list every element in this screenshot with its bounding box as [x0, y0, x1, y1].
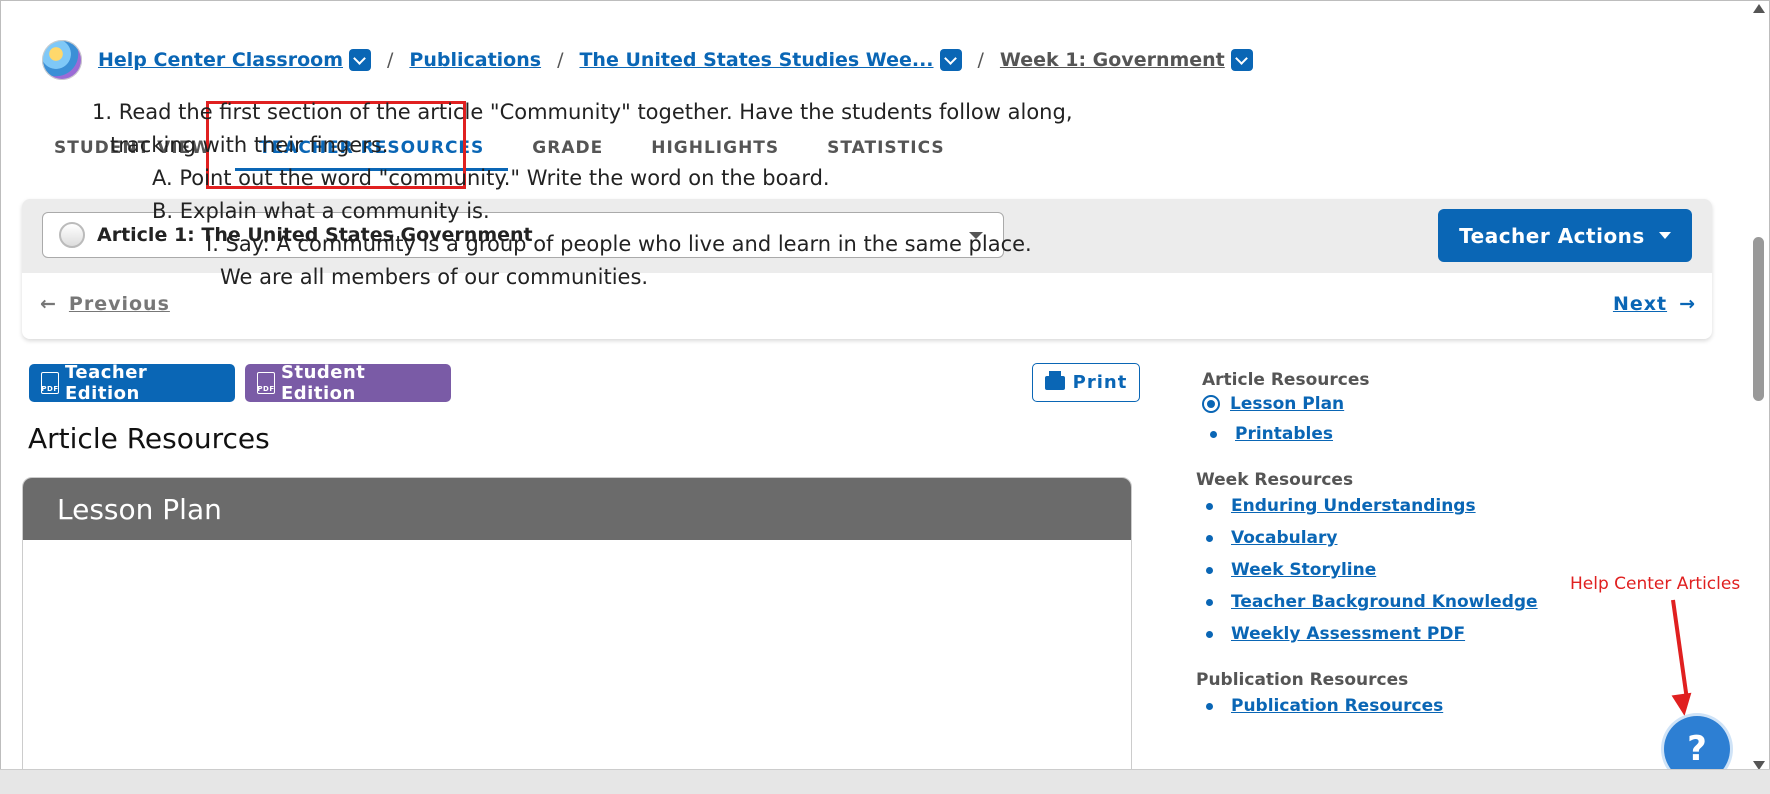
sidebar-link-label: Printables	[1235, 424, 1334, 444]
lesson-plan-header: Lesson Plan	[23, 478, 1131, 540]
sidebar-link-enduring-understandings[interactable]: Enduring Understandings	[1196, 496, 1576, 516]
bullet-icon	[1206, 702, 1213, 710]
scrollbar-thumb[interactable]	[1753, 237, 1764, 401]
page-title: Article Resources	[28, 422, 270, 455]
previous-label: Previous	[68, 293, 170, 315]
sidebar-link-week-storyline[interactable]: Week Storyline	[1196, 560, 1576, 580]
sidebar-link-label: Enduring Understandings	[1231, 496, 1476, 516]
lesson-subsubstep-continued: We are all members of our communities.	[220, 265, 649, 289]
arrow-left-icon: ←	[40, 293, 57, 315]
breadcrumb-separator: /	[387, 49, 394, 71]
sidebar-link-background-knowledge[interactable]: Teacher Background Knowledge	[1196, 592, 1576, 612]
teacher-edition-label: Teacher Edition	[65, 362, 148, 404]
bullet-icon	[1210, 430, 1217, 438]
classroom-dropdown-icon[interactable]	[349, 49, 371, 71]
sidebar-link-publication-resources[interactable]: Publication Resources	[1196, 696, 1576, 716]
lesson-step: 1. Read the first section of the article…	[92, 100, 1073, 124]
sidebar-link-weekly-assessment[interactable]: Weekly Assessment PDF	[1196, 624, 1576, 644]
lesson-substep: B. Explain what a community is.	[152, 199, 490, 223]
teacher-actions-button[interactable]: Teacher Actions	[1438, 209, 1692, 262]
annotation-arrow-head	[1671, 692, 1695, 718]
bullet-icon	[1206, 566, 1213, 574]
sidebar-article-heading: Article Resources	[1202, 370, 1370, 390]
teacher-edition-button[interactable]: PDF Teacher Edition	[29, 362, 235, 404]
next-label: Next	[1612, 293, 1668, 315]
bullet-icon	[1206, 534, 1213, 542]
bullet-icon	[1206, 502, 1213, 510]
printer-icon	[1044, 370, 1065, 390]
lesson-subsubstep: I. Say: A community is a group of people…	[206, 232, 1032, 256]
pdf-icon: PDF	[41, 372, 59, 394]
publication-dropdown-icon[interactable]	[939, 49, 962, 71]
breadcrumb-separator: /	[557, 49, 564, 71]
breadcrumb-separator: /	[977, 49, 984, 71]
bullet-icon	[1206, 598, 1213, 606]
lesson-substep: A. Point out the word "community." Write…	[152, 166, 830, 190]
teacher-actions-label: Teacher Actions	[1459, 223, 1645, 248]
student-edition-label: Student Edition	[281, 362, 366, 404]
print-label: Print	[1072, 372, 1128, 393]
vertical-scrollbar[interactable]	[1750, 4, 1766, 770]
sidebar-link-vocabulary[interactable]: Vocabulary	[1196, 528, 1576, 548]
sidebar-link-label: Week Storyline	[1231, 560, 1377, 580]
breadcrumb: Help Center Classroom / Publications / T…	[42, 38, 1253, 82]
breadcrumb-publication-link[interactable]: The United States Studies Wee...	[579, 49, 933, 71]
caret-down-icon	[1658, 232, 1671, 239]
sidebar-link-label: Weekly Assessment PDF	[1231, 624, 1466, 644]
lesson-step-continued: tracking with their fingers.	[110, 133, 389, 157]
sidebar-week-heading: Week Resources	[1196, 470, 1354, 490]
current-item-icon	[1202, 395, 1220, 413]
pdf-icon: PDF	[257, 372, 275, 394]
arrow-right-icon: →	[1679, 293, 1696, 315]
scroll-up-icon[interactable]	[1753, 4, 1765, 13]
breadcrumb-week-link[interactable]: Week 1: Government	[1000, 49, 1225, 71]
next-link[interactable]: Next →	[1613, 293, 1696, 315]
lesson-plan-content: 1. Read the first section of the article…	[70, 96, 1100, 294]
sidebar-link-label: Lesson Plan	[1230, 394, 1345, 414]
breadcrumb-publications-link[interactable]: Publications	[409, 49, 541, 71]
bullet-icon	[1206, 630, 1213, 638]
help-annotation-label: Help Center Articles	[1570, 574, 1741, 594]
resources-sidebar: Article Resources Lesson Plan Printables…	[1196, 370, 1576, 716]
horizontal-scrollbar[interactable]	[0, 769, 1770, 794]
previous-link[interactable]: ← Previous	[40, 293, 170, 315]
week-dropdown-icon[interactable]	[1230, 49, 1253, 71]
sidebar-link-label: Teacher Background Knowledge	[1231, 592, 1538, 612]
sidebar-link-label: Vocabulary	[1231, 528, 1338, 548]
sidebar-link-label: Publication Resources	[1231, 696, 1444, 716]
breadcrumb-classroom-link[interactable]: Help Center Classroom	[98, 49, 343, 71]
sidebar-link-lesson-plan[interactable]: Lesson Plan	[1196, 394, 1576, 414]
classroom-globe-icon	[42, 40, 82, 80]
sidebar-link-printables[interactable]: Printables	[1200, 424, 1576, 444]
lesson-plan-card: Lesson Plan	[22, 477, 1132, 779]
student-edition-button[interactable]: PDF Student Edition	[245, 362, 451, 404]
question-icon: ?	[1687, 729, 1707, 769]
sidebar-publication-heading: Publication Resources	[1196, 670, 1409, 690]
print-button[interactable]: Print	[1032, 363, 1140, 402]
